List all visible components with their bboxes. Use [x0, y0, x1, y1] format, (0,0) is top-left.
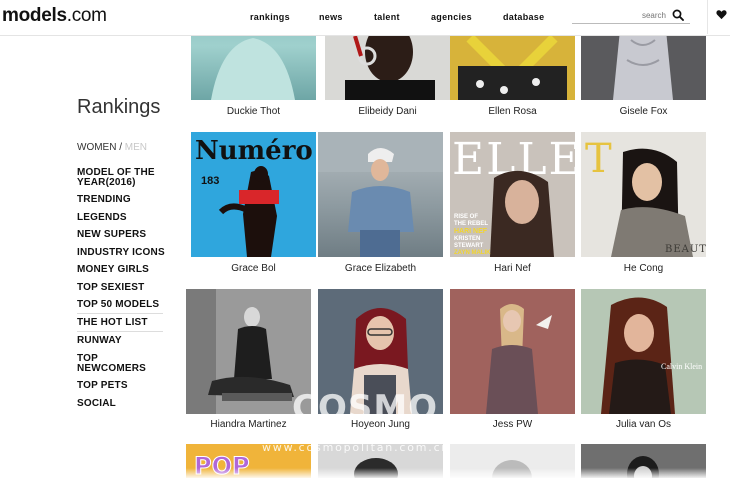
ranking-top-50-models[interactable]: TOP 50 MODELS [77, 300, 159, 310]
ranking-the-hot-list[interactable]: THE HOT LIST [77, 318, 148, 328]
model-photo[interactable] [318, 132, 443, 257]
model-name[interactable]: Julia van Os [581, 419, 706, 430]
nav-rankings[interactable]: rankings [250, 12, 290, 22]
header-divider [707, 0, 708, 34]
cover-title: Numéro [195, 136, 313, 166]
logo-suffix: .com [66, 5, 107, 26]
cover-line: HARI NEF [454, 228, 488, 235]
watermark-url: www.cosmopolitan.com.cn [262, 441, 451, 454]
ranking-top-sexiest[interactable]: TOP SEXIEST [77, 283, 144, 293]
ranking-top-newcomers[interactable]: TOP NEWCOMERS [77, 354, 157, 374]
nav-news[interactable]: news [319, 12, 343, 22]
ranking-legends[interactable]: LEGENDS [77, 213, 127, 223]
sidebar-divider [77, 313, 163, 314]
search-input[interactable] [572, 8, 666, 22]
ranking-new-supers[interactable]: NEW SUPERS [77, 230, 146, 240]
model-name[interactable]: Duckie Thot [191, 106, 316, 117]
model-card[interactable]: Calvin Klein Julia van Os [581, 289, 706, 434]
watermark-logo: COSMO [292, 388, 439, 428]
ranking-money-girls[interactable]: MONEY GIRLS [77, 265, 149, 275]
nav-database[interactable]: database [503, 12, 544, 22]
cover-line: RISE OF [454, 214, 478, 220]
cover-issue: 183 [201, 175, 219, 187]
nav-talent[interactable]: talent [374, 12, 400, 22]
cover-illustration: Numéro 183 [195, 136, 313, 257]
model-name[interactable]: Jess PW [450, 419, 575, 430]
cover-line: STEWART [454, 243, 484, 249]
model-photo[interactable]: Calvin Klein [581, 289, 706, 414]
cover-brand: Calvin Klein [661, 362, 702, 371]
photo-illustration [450, 289, 575, 414]
model-card[interactable]: Numéro 183 Grace Bol [191, 132, 316, 277]
bottom-fade [0, 468, 730, 478]
model-name[interactable]: Elibeidy Dani [325, 106, 450, 117]
logo-main: models [2, 5, 67, 26]
search-box [572, 8, 690, 24]
nav-agencies[interactable]: agencies [431, 12, 472, 22]
model-name[interactable]: Ellen Rosa [450, 106, 575, 117]
heart-icon[interactable] [716, 9, 727, 20]
ranking-model-of-the-year[interactable]: MODEL OF THE YEAR(2016) [77, 168, 163, 188]
model-name[interactable]: Grace Bol [191, 263, 316, 274]
gender-men-link[interactable]: MEN [125, 142, 147, 153]
gender-switch: WOMEN / MEN [77, 142, 147, 153]
model-photo[interactable]: Numéro 183 [191, 132, 316, 257]
cover-line: KRISTEN [454, 236, 480, 242]
photo-illustration [318, 132, 443, 257]
photo-illustration: Calvin Klein [601, 297, 702, 414]
ranking-social[interactable]: SOCIAL [77, 399, 116, 409]
cover-line: ZAYN MALIK [454, 250, 491, 256]
search-icon[interactable] [672, 9, 684, 21]
model-name[interactable]: Grace Elizabeth [318, 263, 443, 274]
model-name[interactable]: Gisele Fox [581, 106, 706, 117]
model-card[interactable]: Grace Elizabeth [318, 132, 443, 277]
ranking-runway[interactable]: RUNWAY [77, 336, 122, 346]
model-name[interactable]: He Cong [581, 263, 706, 274]
sidebar-divider [77, 331, 163, 332]
cover-illustration: ELLE RISE OF THE REBEL HARI NEF KRISTEN … [452, 134, 575, 257]
model-card[interactable]: Jess PW [450, 289, 575, 434]
model-photo[interactable]: ELLE RISE OF THE REBEL HARI NEF KRISTEN … [450, 132, 575, 257]
cover-letter: T [585, 136, 612, 182]
model-photo[interactable]: T BEAUTY [581, 132, 706, 257]
page-title: Rankings [77, 96, 161, 118]
model-card[interactable]: ELLE RISE OF THE REBEL HARI NEF KRISTEN … [450, 132, 575, 277]
site-header: models.com rankings news talent agencies… [0, 0, 730, 36]
gender-women-link[interactable]: WOMEN [77, 142, 116, 153]
cover-beauty: BEAUTY [665, 244, 706, 255]
site-logo[interactable]: models.com [2, 5, 107, 27]
ranking-top-pets[interactable]: TOP PETS [77, 381, 128, 391]
gender-separator: / [116, 142, 125, 153]
model-photo[interactable] [450, 289, 575, 414]
cover-line: THE REBEL [454, 221, 488, 227]
model-card[interactable]: T BEAUTY He Cong [581, 132, 706, 277]
model-name[interactable]: Hari Nef [450, 263, 575, 274]
ranking-trending[interactable]: TRENDING [77, 195, 131, 205]
cover-illustration: T BEAUTY [585, 136, 706, 257]
ranking-industry-icons[interactable]: INDUSTRY ICONS [77, 248, 165, 258]
